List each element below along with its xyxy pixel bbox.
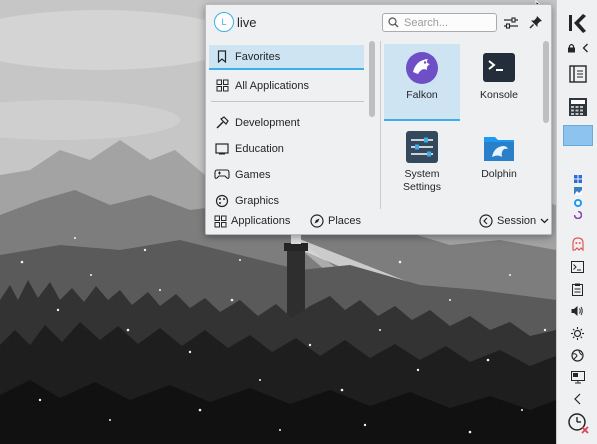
compass-icon xyxy=(310,214,324,228)
category-separator xyxy=(211,101,364,102)
search-icon xyxy=(388,17,399,28)
tray-clipboard[interactable] xyxy=(557,280,597,298)
category-scrollbar[interactable] xyxy=(368,41,376,209)
pager-desktop-icon xyxy=(562,124,593,146)
tab-places[interactable]: Places xyxy=(310,212,361,230)
tray-brightness[interactable] xyxy=(557,324,597,342)
category-list: Favorites All Applications Development E… xyxy=(206,43,381,209)
configure-button[interactable] xyxy=(502,14,520,32)
launcher-button[interactable] xyxy=(557,8,597,38)
konsole-icon xyxy=(483,53,515,82)
app-label: Falkon xyxy=(406,89,438,101)
tray-item[interactable] xyxy=(557,174,597,184)
tray-display[interactable] xyxy=(557,368,597,386)
scrollbar-thumb[interactable] xyxy=(543,41,549,123)
image-viewer-icon xyxy=(573,187,582,195)
launcher-footer: Applications Places Session xyxy=(206,208,551,234)
tray-terminal[interactable] xyxy=(557,258,597,276)
app-label: System Settings xyxy=(403,168,441,193)
panel-lock-row xyxy=(557,41,597,55)
tray-volume[interactable] xyxy=(557,302,597,320)
tray-item[interactable] xyxy=(557,210,597,220)
gamepad-icon xyxy=(214,169,230,179)
application-launcher: L live Favorites All Applications xyxy=(205,4,552,235)
app-konsole[interactable]: Konsole xyxy=(461,44,537,121)
category-label: Graphics xyxy=(235,194,280,207)
update-icon xyxy=(573,211,582,219)
virtual-desktop-pager[interactable] xyxy=(557,124,597,146)
calculator-item[interactable] xyxy=(557,94,597,120)
apps-scrollbar[interactable] xyxy=(542,41,550,209)
clock-icon xyxy=(567,413,589,434)
screen-icon xyxy=(215,142,229,154)
dolphin-icon xyxy=(484,137,514,161)
app-system-settings[interactable]: System Settings xyxy=(384,123,460,200)
category-favorites[interactable]: Favorites xyxy=(209,45,364,70)
sliders-icon xyxy=(504,17,518,29)
search-input[interactable] xyxy=(404,16,492,29)
display-icon xyxy=(570,370,585,383)
vertical-panel xyxy=(556,0,597,444)
bookmark-icon xyxy=(217,50,227,63)
grid-icon xyxy=(214,215,227,227)
category-label: Favorites xyxy=(235,50,281,63)
system-settings-icon xyxy=(406,131,438,163)
scrollbar-thumb[interactable] xyxy=(369,41,375,117)
user-avatar[interactable]: L xyxy=(214,12,234,32)
user-name: live xyxy=(237,15,257,30)
category-development[interactable]: Development xyxy=(209,110,364,135)
tray-app[interactable] xyxy=(557,235,597,253)
terminal-icon xyxy=(571,261,584,273)
category-games[interactable]: Games xyxy=(209,162,364,187)
volume-icon xyxy=(571,306,583,316)
pin-button[interactable] xyxy=(527,13,545,31)
task-manager-item[interactable] xyxy=(557,62,597,86)
network-globe-icon xyxy=(571,348,584,362)
hammer-icon xyxy=(216,115,229,129)
calculator-icon xyxy=(568,98,587,116)
category-all-applications[interactable]: All Applications xyxy=(209,73,364,98)
chevron-down-icon xyxy=(540,218,549,224)
chevron-left-circle-icon xyxy=(479,214,493,228)
session-button[interactable]: Session xyxy=(479,212,549,230)
category-graphics[interactable]: Graphics xyxy=(209,188,364,209)
vertical-separator xyxy=(380,41,381,209)
app-label: Konsole xyxy=(480,89,518,101)
tray-item[interactable] xyxy=(557,198,597,208)
chevron-left-icon xyxy=(574,393,581,405)
clipboard-icon xyxy=(572,283,583,296)
search-field[interactable] xyxy=(382,13,497,32)
tray-network[interactable] xyxy=(557,346,597,364)
category-label: Development xyxy=(235,116,300,129)
avatar-initial: L xyxy=(221,17,227,27)
category-education[interactable]: Education xyxy=(209,136,364,161)
globe-icon xyxy=(573,199,582,207)
app-label: Dolphin xyxy=(481,168,517,180)
app-falkon[interactable]: Falkon xyxy=(384,44,460,121)
tab-label: Places xyxy=(328,215,362,227)
lock-icon[interactable] xyxy=(567,43,576,53)
tray-expand-button[interactable] xyxy=(557,390,597,408)
category-label: Education xyxy=(235,142,284,155)
category-label: Games xyxy=(235,168,271,181)
category-label: All Applications xyxy=(235,79,309,92)
app-dolphin[interactable]: Dolphin xyxy=(461,123,537,200)
falkon-icon xyxy=(406,52,438,84)
clock-button[interactable] xyxy=(557,411,597,435)
window-list-icon xyxy=(568,65,587,83)
session-label: Session xyxy=(497,215,537,227)
grid-icon xyxy=(216,79,228,92)
brightness-icon xyxy=(571,326,584,340)
ghost-icon xyxy=(571,237,584,251)
chevron-left-icon[interactable] xyxy=(582,43,589,53)
tray-item[interactable] xyxy=(557,186,597,196)
tab-applications[interactable]: Applications xyxy=(214,212,290,230)
pin-icon xyxy=(529,16,542,29)
windows-grid-icon xyxy=(573,175,582,183)
kde-logo-icon xyxy=(568,14,586,33)
tab-label: Applications xyxy=(231,215,291,227)
palette-icon xyxy=(215,194,229,207)
